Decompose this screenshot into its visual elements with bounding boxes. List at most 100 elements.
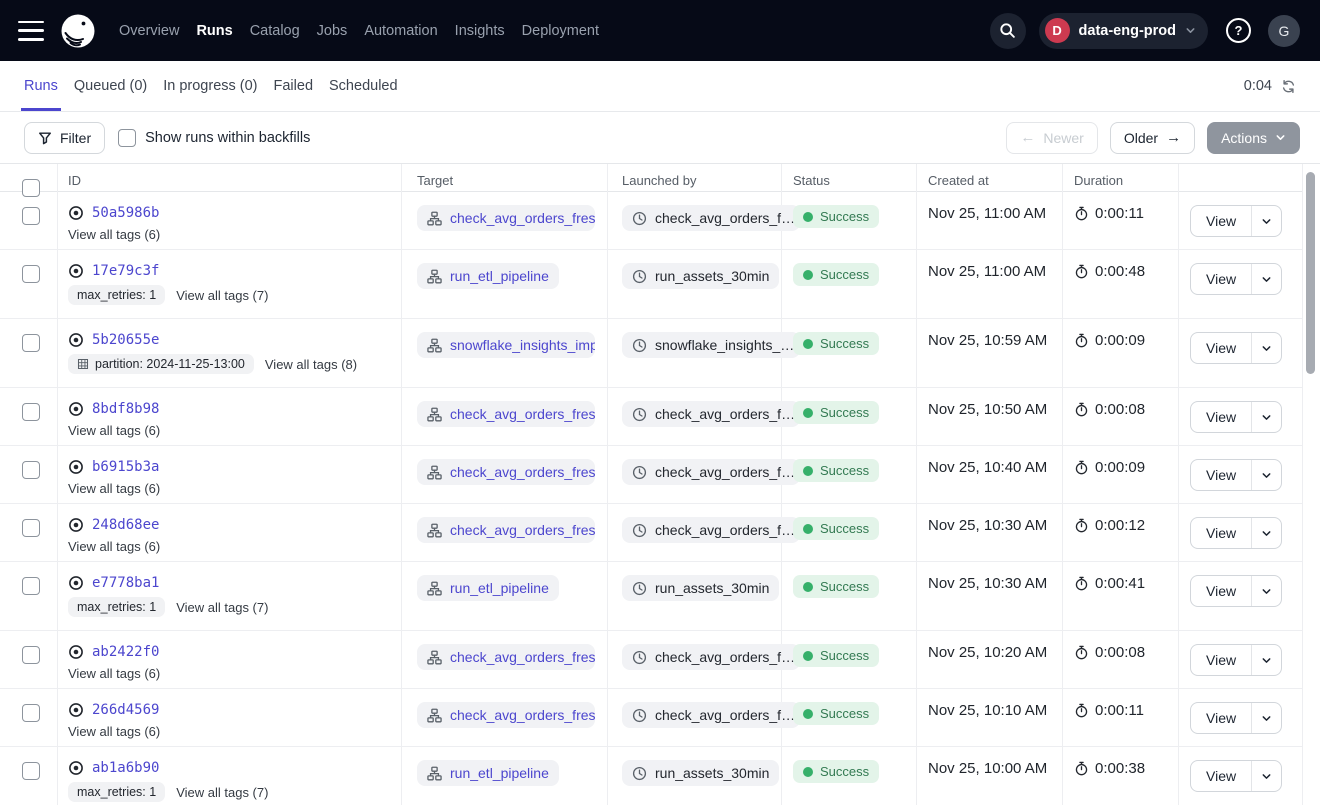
row-checkbox[interactable] <box>22 704 40 722</box>
tab-scheduled[interactable]: Scheduled <box>329 61 398 111</box>
run-id-link[interactable]: ab2422f0 <box>92 644 159 660</box>
view-button[interactable]: View <box>1191 645 1251 675</box>
launched-by-pill[interactable]: check_avg_orders_f… <box>622 702 800 728</box>
tab-failed[interactable]: Failed <box>274 61 314 111</box>
launched-by-pill[interactable]: snowflake_insights_… <box>622 332 800 358</box>
view-button[interactable]: View <box>1191 518 1251 548</box>
hamburger-menu-icon[interactable] <box>18 21 46 41</box>
view-dropdown-chevron-icon[interactable] <box>1251 460 1281 490</box>
target-pill[interactable]: check_avg_orders_freshne <box>417 459 595 485</box>
nav-item-insights[interactable]: Insights <box>455 23 505 39</box>
view-all-tags-link[interactable]: View all tags (8) <box>265 357 357 372</box>
view-all-tags-link[interactable]: View all tags (6) <box>68 227 160 242</box>
view-split-button: View <box>1190 760 1282 792</box>
run-id-link[interactable]: 50a5986b <box>92 205 159 221</box>
view-button[interactable]: View <box>1191 333 1251 363</box>
launched-by-pill[interactable]: run_assets_30min <box>622 575 779 601</box>
launched-by-pill[interactable]: check_avg_orders_f… <box>622 644 800 670</box>
view-button[interactable]: View <box>1191 206 1251 236</box>
help-icon[interactable]: ? <box>1226 18 1251 43</box>
view-all-tags-link[interactable]: View all tags (6) <box>68 481 160 496</box>
run-id-link[interactable]: 266d4569 <box>92 702 159 718</box>
launched-by-pill[interactable]: check_avg_orders_f… <box>622 401 800 427</box>
table-row: 50a5986b View all tags (6) check_avg_ord… <box>0 192 1303 250</box>
view-dropdown-chevron-icon[interactable] <box>1251 761 1281 791</box>
launched-by-pill[interactable]: check_avg_orders_f… <box>622 205 800 231</box>
view-all-tags-link[interactable]: View all tags (6) <box>68 539 160 554</box>
row-checkbox[interactable] <box>22 207 40 225</box>
view-dropdown-chevron-icon[interactable] <box>1251 402 1281 432</box>
tab-runs[interactable]: Runs <box>24 61 58 111</box>
refresh-icon[interactable] <box>1281 79 1296 94</box>
view-dropdown-chevron-icon[interactable] <box>1251 333 1281 363</box>
target-pill[interactable]: run_etl_pipeline <box>417 575 559 601</box>
view-dropdown-chevron-icon[interactable] <box>1251 518 1281 548</box>
launched-by-pill[interactable]: run_assets_30min <box>622 263 779 289</box>
run-id-link[interactable]: 17e79c3f <box>92 263 159 279</box>
launched-by-pill[interactable]: run_assets_30min <box>622 760 779 786</box>
run-id-link[interactable]: b6915b3a <box>92 459 159 475</box>
nav-item-catalog[interactable]: Catalog <box>250 23 300 39</box>
view-all-tags-link[interactable]: View all tags (7) <box>176 600 268 615</box>
target-pill[interactable]: snowflake_insights_import <box>417 332 595 358</box>
view-dropdown-chevron-icon[interactable] <box>1251 576 1281 606</box>
view-dropdown-chevron-icon[interactable] <box>1251 645 1281 675</box>
target-pill[interactable]: run_etl_pipeline <box>417 760 559 786</box>
view-button[interactable]: View <box>1191 264 1251 294</box>
row-checkbox[interactable] <box>22 577 40 595</box>
older-button[interactable]: Older → <box>1110 122 1195 154</box>
nav-item-jobs[interactable]: Jobs <box>317 23 348 39</box>
user-avatar[interactable]: G <box>1268 15 1300 47</box>
target-pill[interactable]: check_avg_orders_freshne <box>417 205 595 231</box>
vertical-scrollbar[interactable] <box>1306 172 1315 374</box>
view-all-tags-link[interactable]: View all tags (6) <box>68 666 160 681</box>
target-pill[interactable]: check_avg_orders_freshne <box>417 517 595 543</box>
filter-button[interactable]: Filter <box>24 122 105 154</box>
run-id-link[interactable]: 8bdf8b98 <box>92 401 159 417</box>
view-dropdown-chevron-icon[interactable] <box>1251 703 1281 733</box>
stopwatch-icon <box>1074 264 1089 279</box>
row-checkbox[interactable] <box>22 519 40 537</box>
view-all-tags-link[interactable]: View all tags (7) <box>176 785 268 800</box>
view-dropdown-chevron-icon[interactable] <box>1251 264 1281 294</box>
view-button[interactable]: View <box>1191 402 1251 432</box>
nav-item-runs[interactable]: Runs <box>196 23 232 39</box>
view-button[interactable]: View <box>1191 703 1251 733</box>
nav-item-overview[interactable]: Overview <box>119 23 179 39</box>
row-checkbox[interactable] <box>22 403 40 421</box>
target-pill[interactable]: check_avg_orders_freshne <box>417 401 595 427</box>
schedule-clock-icon <box>632 211 647 226</box>
view-button[interactable]: View <box>1191 460 1251 490</box>
search-button[interactable] <box>990 13 1026 49</box>
row-checkbox[interactable] <box>22 461 40 479</box>
status-label: Success <box>820 336 869 351</box>
nav-item-deployment[interactable]: Deployment <box>522 23 599 39</box>
view-all-tags-link[interactable]: View all tags (7) <box>176 288 268 303</box>
tab-queued[interactable]: Queued (0) <box>74 61 147 111</box>
launched-by-pill[interactable]: check_avg_orders_f… <box>622 459 800 485</box>
view-button[interactable]: View <box>1191 761 1251 791</box>
show-backfills-checkbox[interactable] <box>118 129 136 147</box>
tab-in-progress[interactable]: In progress (0) <box>163 61 257 111</box>
nav-item-automation[interactable]: Automation <box>364 23 437 39</box>
row-checkbox[interactable] <box>22 646 40 664</box>
run-id-link[interactable]: ab1a6b90 <box>92 760 159 776</box>
run-id-link[interactable]: 248d68ee <box>92 517 159 533</box>
row-checkbox[interactable] <box>22 762 40 780</box>
view-dropdown-chevron-icon[interactable] <box>1251 206 1281 236</box>
run-id-link[interactable]: 5b20655e <box>92 332 159 348</box>
row-checkbox[interactable] <box>22 334 40 352</box>
view-all-tags-link[interactable]: View all tags (6) <box>68 423 160 438</box>
newer-button[interactable]: ← Newer <box>1006 122 1097 154</box>
deployment-switcher[interactable]: D data-eng-prod <box>1039 13 1208 49</box>
actions-button[interactable]: Actions <box>1207 122 1300 154</box>
launched-by-pill[interactable]: check_avg_orders_f… <box>622 517 800 543</box>
target-pill[interactable]: run_etl_pipeline <box>417 263 559 289</box>
target-pill[interactable]: check_avg_orders_freshne <box>417 702 595 728</box>
view-all-tags-link[interactable]: View all tags (6) <box>68 724 160 739</box>
row-checkbox[interactable] <box>22 265 40 283</box>
view-button[interactable]: View <box>1191 576 1251 606</box>
run-status-dot-icon <box>68 332 84 348</box>
target-pill[interactable]: check_avg_orders_freshne <box>417 644 595 670</box>
run-id-link[interactable]: e7778ba1 <box>92 575 159 591</box>
